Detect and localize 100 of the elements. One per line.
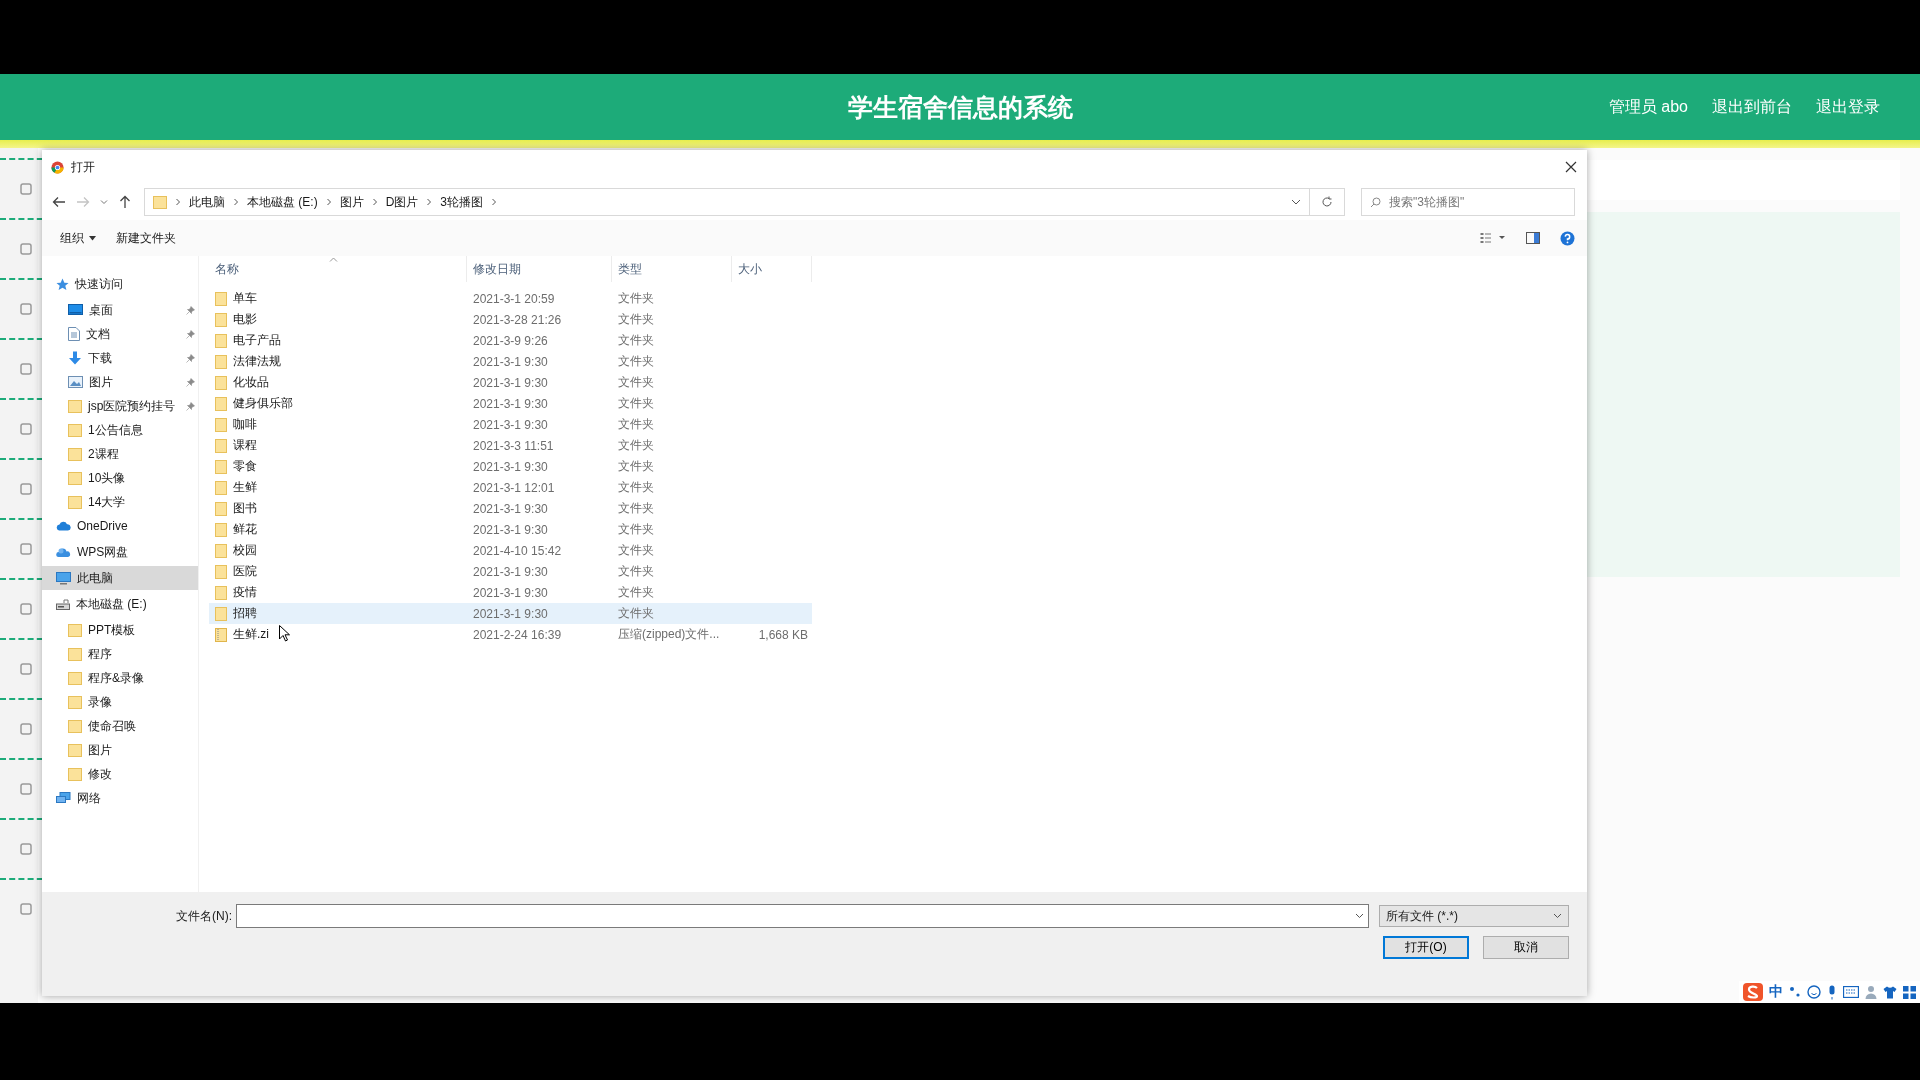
file-row[interactable]: 校园 2021-4-10 15:42 文件夹 bbox=[209, 540, 812, 561]
cancel-button[interactable]: 取消 bbox=[1483, 936, 1569, 959]
punctuation-icon[interactable] bbox=[1789, 986, 1801, 998]
file-row[interactable]: 医院 2021-3-1 9:30 文件夹 bbox=[209, 561, 812, 582]
search-field[interactable]: 搜索"3轮播图" bbox=[1361, 188, 1575, 216]
menu-icon[interactable] bbox=[20, 903, 32, 915]
pin-icon[interactable] bbox=[186, 354, 195, 363]
menu-icon[interactable] bbox=[20, 663, 32, 675]
pin-icon[interactable] bbox=[186, 330, 195, 339]
refresh-button[interactable] bbox=[1309, 188, 1345, 216]
address-bar[interactable]: 此电脑 本地磁盘 (E:) 图片 D图片 3轮播图 bbox=[144, 188, 1310, 216]
open-button[interactable]: 打开(O) bbox=[1383, 936, 1469, 959]
chevron-icon[interactable] bbox=[491, 198, 498, 206]
file-row[interactable]: 咖啡 2021-3-1 9:30 文件夹 bbox=[209, 414, 812, 435]
breadcrumb-item[interactable]: D图片 bbox=[385, 193, 419, 211]
view-options-icon[interactable] bbox=[1480, 232, 1506, 244]
file-row[interactable]: 招聘 2021-3-1 9:30 文件夹 bbox=[209, 603, 812, 624]
file-row[interactable]: 鲜花 2021-3-1 9:30 文件夹 bbox=[209, 519, 812, 540]
close-icon[interactable] bbox=[1565, 161, 1577, 173]
nav-item[interactable]: 程序&录像 bbox=[42, 666, 198, 690]
menu-icon[interactable] bbox=[20, 423, 32, 435]
chevron-icon[interactable] bbox=[371, 198, 378, 206]
column-header[interactable]: 类型 bbox=[612, 256, 732, 282]
toolbar-button[interactable]: 组织 bbox=[60, 229, 96, 247]
shirt-icon[interactable] bbox=[1883, 985, 1897, 999]
breadcrumb-item[interactable]: 此电脑 bbox=[189, 193, 225, 211]
breadcrumb-item[interactable]: 3轮播图 bbox=[440, 193, 484, 211]
breadcrumb-item[interactable]: 图片 bbox=[339, 193, 364, 211]
nav-item[interactable]: 图片 bbox=[42, 738, 198, 762]
file-type-select[interactable]: 所有文件 (*.*) bbox=[1379, 905, 1569, 927]
file-row[interactable]: 电子产品 2021-3-9 9:26 文件夹 bbox=[209, 330, 812, 351]
column-header[interactable]: 名称 bbox=[209, 256, 467, 282]
nav-item[interactable]: 程序 bbox=[42, 642, 198, 666]
nav-item[interactable]: 桌面 bbox=[42, 298, 198, 322]
search-input[interactable]: 搜索"3轮播图" bbox=[1387, 194, 1566, 210]
pin-icon[interactable] bbox=[186, 402, 195, 411]
menu-icon[interactable] bbox=[20, 183, 32, 195]
menu-icon[interactable] bbox=[20, 603, 32, 615]
toolbar-button[interactable]: 新建文件夹 bbox=[116, 229, 176, 247]
file-row[interactable]: 电影 2021-3-28 21:26 文件夹 bbox=[209, 309, 812, 330]
file-row[interactable]: 化妆品 2021-3-1 9:30 文件夹 bbox=[209, 372, 812, 393]
nav-item[interactable]: 下载 bbox=[42, 346, 198, 370]
microphone-icon[interactable] bbox=[1827, 984, 1837, 1000]
grid-icon[interactable] bbox=[1903, 985, 1916, 999]
menu-icon[interactable] bbox=[20, 783, 32, 795]
menu-icon[interactable] bbox=[20, 303, 32, 315]
smiley-icon[interactable] bbox=[1807, 985, 1821, 999]
nav-item[interactable]: WPS网盘 bbox=[42, 540, 198, 564]
file-row[interactable]: 图书 2021-3-1 9:30 文件夹 bbox=[209, 498, 812, 519]
column-header[interactable]: 大小 bbox=[732, 256, 812, 282]
nav-item[interactable]: 录像 bbox=[42, 690, 198, 714]
menu-icon[interactable] bbox=[20, 243, 32, 255]
menu-icon[interactable] bbox=[20, 843, 32, 855]
column-header[interactable]: 修改日期 bbox=[467, 256, 612, 282]
nav-item[interactable]: 图片 bbox=[42, 370, 198, 394]
nav-item[interactable]: jsp医院预约挂号 bbox=[42, 394, 198, 418]
file-row[interactable]: 生鲜 2021-3-1 12:01 文件夹 bbox=[209, 477, 812, 498]
preview-pane-icon[interactable] bbox=[1526, 232, 1540, 244]
nav-item[interactable]: 本地磁盘 (E:) bbox=[42, 592, 198, 616]
file-row[interactable]: 课程 2021-3-3 11:51 文件夹 bbox=[209, 435, 812, 456]
chevron-icon[interactable] bbox=[233, 198, 239, 206]
menu-icon[interactable] bbox=[20, 543, 32, 555]
ime-indicator[interactable]: 中 bbox=[1769, 983, 1783, 1001]
chevron-icon[interactable] bbox=[325, 198, 332, 206]
keyboard-icon[interactable] bbox=[1843, 986, 1859, 998]
chevron-icon[interactable] bbox=[426, 198, 433, 206]
file-row[interactable]: 健身俱乐部 2021-3-1 9:30 文件夹 bbox=[209, 393, 812, 414]
nav-item[interactable]: 14大学 bbox=[42, 490, 198, 514]
menu-icon[interactable] bbox=[20, 363, 32, 375]
help-icon[interactable] bbox=[1560, 230, 1575, 246]
pin-icon[interactable] bbox=[186, 378, 195, 387]
menu-icon[interactable] bbox=[20, 723, 32, 735]
file-row[interactable]: 零食 2021-3-1 9:30 文件夹 bbox=[209, 456, 812, 477]
forward-arrow-icon[interactable] bbox=[76, 195, 90, 209]
file-row[interactable]: 法律法规 2021-3-1 9:30 文件夹 bbox=[209, 351, 812, 372]
nav-item[interactable]: 此电脑 bbox=[42, 566, 198, 590]
nav-item[interactable]: 修改 bbox=[42, 762, 198, 786]
nav-item[interactable]: PPT模板 bbox=[42, 618, 198, 642]
nav-item[interactable]: 网络 bbox=[42, 786, 198, 810]
nav-item[interactable]: OneDrive bbox=[42, 514, 198, 538]
menu-icon[interactable] bbox=[20, 483, 32, 495]
breadcrumb-item[interactable]: 本地磁盘 (E:) bbox=[247, 193, 318, 211]
pin-icon[interactable] bbox=[186, 306, 195, 315]
nav-item[interactable]: 快速访问 bbox=[42, 272, 198, 296]
sogou-icon[interactable] bbox=[1743, 983, 1763, 1001]
dropdown-icon[interactable] bbox=[1291, 199, 1301, 205]
nav-item[interactable]: 10头像 bbox=[42, 466, 198, 490]
caret-icon[interactable] bbox=[100, 199, 108, 205]
person-icon[interactable] bbox=[1865, 985, 1877, 999]
up-arrow-icon[interactable] bbox=[118, 195, 132, 209]
file-row[interactable]: 单车 2021-3-1 20:59 文件夹 bbox=[209, 288, 812, 309]
back-arrow-icon[interactable] bbox=[52, 195, 66, 209]
file-row[interactable]: 疫情 2021-3-1 9:30 文件夹 bbox=[209, 582, 812, 603]
nav-item[interactable]: 使命召唤 bbox=[42, 714, 198, 738]
nav-item[interactable]: 1公告信息 bbox=[42, 418, 198, 442]
nav-item[interactable]: 文档 bbox=[42, 322, 198, 346]
file-name-field[interactable] bbox=[236, 904, 1369, 928]
nav-item[interactable]: 2课程 bbox=[42, 442, 198, 466]
chevron-icon[interactable] bbox=[175, 198, 181, 206]
file-row[interactable]: 生鲜.zi 2021-2-24 16:39 压缩(zipped)文件... 1,668 KB bbox=[209, 624, 812, 645]
